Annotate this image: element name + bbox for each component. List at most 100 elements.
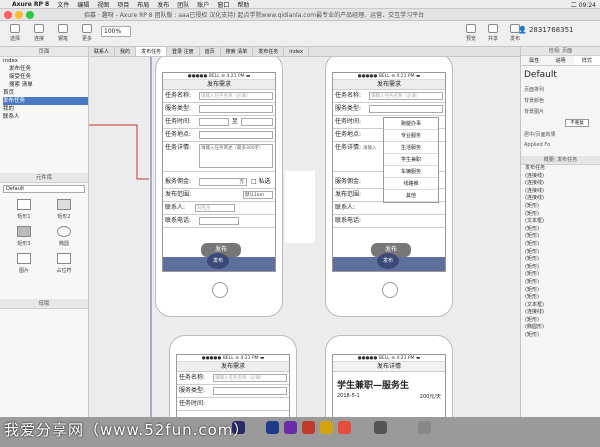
time-start-input[interactable] — [199, 118, 229, 126]
contact-input[interactable]: 刘先生 — [195, 204, 235, 212]
publish-range-select[interactable]: 默认1km — [243, 191, 273, 199]
select-tool-button[interactable]: 选择 — [4, 24, 26, 42]
dropdown-option[interactable]: 跑腿办事 — [384, 118, 438, 130]
menu-help[interactable]: 帮助 — [233, 0, 253, 9]
task-location-input[interactable] — [199, 131, 273, 139]
tab-publish-task-2[interactable]: 发布任务 — [253, 47, 285, 56]
tab-publish-button[interactable]: 发布 — [207, 253, 229, 269]
widget-placeholder[interactable]: 占位符 — [46, 253, 82, 274]
dropdown-option[interactable]: 线路推 — [384, 178, 438, 190]
outline-item[interactable]: (矩形) — [525, 256, 600, 264]
dropdown-option[interactable]: 学生兼职 — [384, 154, 438, 166]
style-name[interactable]: Default — [521, 66, 600, 84]
outline-item[interactable]: (椭圆形) — [525, 324, 600, 332]
menu-account[interactable]: 账户 — [193, 0, 213, 9]
tab-publish-button[interactable]: 发布 — [377, 253, 399, 269]
page-item[interactable]: 搜索 清单 — [3, 81, 88, 89]
outline-item[interactable]: (矩形) — [525, 233, 600, 241]
outline-item[interactable]: 发布任务 — [525, 165, 600, 173]
more-tools-button[interactable]: 更多 — [76, 24, 98, 42]
app-menu[interactable]: Axure RP 8 — [8, 1, 53, 8]
page-item[interactable]: 我的 — [3, 105, 88, 113]
outline-item[interactable]: (矩形) — [525, 294, 600, 302]
menu-edit[interactable]: 编辑 — [73, 0, 93, 9]
utility-app-icon[interactable] — [374, 421, 387, 434]
outline-item[interactable]: (矩形) — [525, 249, 600, 257]
zoom-select[interactable]: 100% — [101, 26, 131, 37]
widget-image[interactable]: 图片 — [6, 253, 42, 274]
xmind-app-icon[interactable] — [338, 421, 351, 434]
widget-ellipse[interactable]: 椭圆 — [46, 226, 82, 247]
dropdown-option[interactable]: 生活服务 — [384, 142, 438, 154]
pen-tool-button[interactable]: 钢笔 — [52, 24, 74, 42]
tab-home[interactable]: 首页 — [200, 47, 221, 56]
share-button[interactable]: 共享 — [482, 24, 504, 42]
service-type-select[interactable] — [213, 387, 287, 395]
menu-file[interactable]: 文件 — [53, 0, 73, 9]
outline-item[interactable]: (连接线) — [525, 180, 600, 188]
service-type-select[interactable] — [199, 105, 273, 113]
widget-rect3[interactable]: 矩形3 — [6, 226, 42, 247]
tab-index[interactable]: index — [284, 47, 309, 56]
menu-team[interactable]: 团队 — [173, 0, 193, 9]
zoom-window-button[interactable] — [26, 10, 34, 19]
service-type-select[interactable] — [369, 105, 443, 113]
menu-window[interactable]: 窗口 — [213, 0, 233, 9]
menu-layout[interactable]: 布局 — [133, 0, 153, 9]
outline-item[interactable]: (矩形) — [525, 271, 600, 279]
trash-icon[interactable] — [418, 421, 431, 434]
tab-contacts[interactable]: 联系人 — [89, 47, 116, 56]
dropdown-option[interactable]: 其他 — [384, 190, 438, 202]
private-checkbox[interactable]: □ 私选 — [251, 176, 271, 188]
tab-login[interactable]: 登录 注册 — [167, 47, 200, 56]
design-canvas[interactable]: ●●●●● BELL ⊜ 4:21 PM ▬ 发布需求 任务名称: 请输入任务名称… — [89, 57, 520, 417]
task-detail-textarea[interactable]: 请输入任务简述（最多300字） — [199, 144, 273, 168]
time-end-input[interactable] — [241, 118, 273, 126]
tab-mine[interactable]: 我的 — [115, 47, 137, 56]
outline-item[interactable]: (矩形) — [525, 332, 600, 340]
widget-rect1[interactable]: 矩形1 — [6, 199, 42, 220]
task-name-input[interactable]: 请输入任务名称（必填） — [369, 92, 443, 100]
ps-app-icon[interactable] — [266, 421, 279, 434]
outline-item[interactable]: (矩形) — [525, 241, 600, 249]
outline-item[interactable]: (矩形) — [525, 279, 600, 287]
page-item[interactable]: index — [3, 57, 88, 65]
tab-style[interactable]: 样式 — [573, 56, 600, 65]
tab-notes[interactable]: 说明 — [547, 56, 573, 65]
page-item[interactable]: 联系人 — [3, 113, 88, 121]
widget-rect2[interactable]: 矩形2 — [46, 199, 82, 220]
user-account[interactable]: 👤 2831768351 — [518, 26, 574, 34]
library-select[interactable]: Default — [3, 185, 85, 193]
applied-font[interactable]: Applied Fo — [521, 140, 600, 150]
rectangle-icon — [17, 226, 31, 237]
dropdown-option[interactable]: 专业服务 — [384, 130, 438, 142]
tab-properties[interactable]: 属性 — [521, 56, 547, 65]
page-item-selected[interactable]: 发布任务 — [3, 97, 88, 105]
tab-publish-task[interactable]: 发布任务 — [136, 47, 168, 56]
tab-search[interactable]: 搜索 清单 — [221, 47, 254, 56]
task-name-input[interactable]: 请输入任务名称（必填） — [199, 92, 273, 100]
dropdown-option[interactable]: 车辆服务 — [384, 166, 438, 178]
outline-item[interactable]: (文本框) — [525, 218, 600, 226]
sketch-app-icon[interactable] — [320, 421, 333, 434]
page-item[interactable]: 接受任务 — [3, 73, 88, 81]
close-window-button[interactable] — [4, 10, 12, 19]
phone-input[interactable] — [199, 217, 239, 225]
connect-tool-button[interactable]: 连接 — [28, 24, 50, 42]
outline-item[interactable]: (连接线) — [525, 309, 600, 317]
minimize-window-button[interactable] — [15, 10, 23, 19]
page-item[interactable]: 发布任务 — [3, 65, 88, 73]
axure-app-icon[interactable] — [302, 421, 315, 434]
no-repeat-select[interactable]: 不重复 — [565, 119, 589, 127]
outline-item[interactable]: (矩形) — [525, 287, 600, 295]
page-item[interactable]: 首页 — [3, 89, 88, 97]
preview-button[interactable]: 预览 — [460, 24, 482, 42]
task-name-input[interactable]: 请输入任务名称（必填） — [213, 374, 287, 382]
commission-input[interactable]: 元 — [199, 178, 247, 186]
outline-item[interactable]: (连接线) — [525, 195, 600, 203]
menu-project[interactable]: 项目 — [113, 0, 133, 9]
menu-publish[interactable]: 发布 — [153, 0, 173, 9]
menu-view[interactable]: 视图 — [93, 0, 113, 9]
ae2-app-icon[interactable] — [284, 421, 297, 434]
outline-item[interactable]: (矩形) — [525, 203, 600, 211]
